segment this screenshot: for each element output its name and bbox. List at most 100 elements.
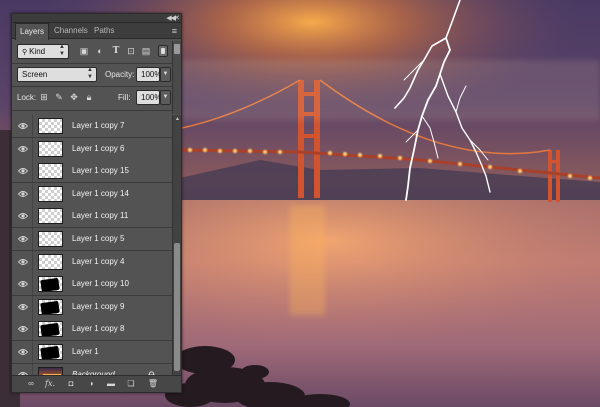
layer-thumbnail[interactable] xyxy=(38,344,63,360)
adjustment-icon[interactable]: ◑ xyxy=(85,378,97,390)
chevron-updown-icon: ▲ ▼ xyxy=(59,44,65,57)
layer-row[interactable]: Layer 1 copy 7 xyxy=(12,115,172,138)
layer-row[interactable]: Layer 1 copy 8 xyxy=(12,318,172,342)
fx-icon[interactable]: fx. xyxy=(44,378,56,390)
layer-row[interactable]: Layer 1 copy 4 xyxy=(12,250,172,274)
layer-thumbnail[interactable] xyxy=(38,185,63,202)
row-divider xyxy=(32,273,33,296)
row-divider xyxy=(32,341,33,363)
options-scrollbar[interactable] xyxy=(172,41,181,114)
chevron-updown-icon: ▲ ▼ xyxy=(87,67,93,80)
row-divider xyxy=(32,182,33,205)
layer-row[interactable]: Layer 1 copy 14 xyxy=(12,182,172,206)
eye-visibility-icon[interactable] xyxy=(18,212,28,220)
layer-name[interactable]: Layer 1 copy 14 xyxy=(72,183,129,205)
layer-thumbnail[interactable] xyxy=(38,231,63,247)
row-divider xyxy=(32,318,33,341)
eye-visibility-icon[interactable] xyxy=(18,145,28,153)
layer-name[interactable]: Layer 1 copy 8 xyxy=(72,318,124,340)
row-divider xyxy=(32,205,33,228)
layer-row[interactable]: Layer 1 xyxy=(12,341,172,364)
eye-visibility-icon[interactable] xyxy=(18,167,28,175)
eye-visibility-icon[interactable] xyxy=(18,190,28,198)
eye-visibility-icon[interactable] xyxy=(18,280,28,288)
fill-value: 100% xyxy=(141,93,162,102)
eye-visibility-icon[interactable] xyxy=(18,258,28,266)
opacity-input[interactable]: 100% xyxy=(136,67,162,82)
layer-row[interactable]: Layer 1 copy 5 xyxy=(12,228,172,251)
trash-icon[interactable]: 🗑︎ xyxy=(147,378,159,390)
layer-row[interactable]: Layer 1 copy 6 xyxy=(12,137,172,161)
fill-input[interactable]: 100% xyxy=(136,90,162,105)
eye-visibility-icon[interactable] xyxy=(18,303,28,311)
row-divider xyxy=(32,295,33,318)
tab-layers[interactable]: Layers xyxy=(15,23,50,40)
lock-transparent-icon[interactable]: ⊞ xyxy=(38,91,50,103)
row-divider xyxy=(32,115,33,137)
layer-row[interactable]: Layer 1 copy 10 xyxy=(12,273,172,297)
row-divider xyxy=(32,228,33,250)
layer-row[interactable]: Layer 1 copy 15 xyxy=(12,160,172,184)
layer-thumbnail[interactable] xyxy=(38,276,63,293)
filter-pixel-icon[interactable]: ▣ xyxy=(78,45,90,57)
filter-smart-object-icon[interactable]: ▤ xyxy=(140,45,152,57)
layer-thumbnail[interactable] xyxy=(38,298,63,315)
opacity-dropdown-icon[interactable]: ▼ xyxy=(160,67,171,82)
layer-list: Layer 1 copy 7 Layer 1 copy 6 Layer 1 copy… xyxy=(12,115,172,386)
layer-name[interactable]: Layer 1 copy 4 xyxy=(72,251,124,273)
layer-name[interactable]: Layer 1 copy 6 xyxy=(72,138,124,160)
layer-thumbnail[interactable] xyxy=(38,118,63,134)
layer-row[interactable]: Layer 1 copy 11 xyxy=(12,205,172,229)
layer-name[interactable]: Layer 1 xyxy=(72,341,99,363)
folder-icon[interactable]: ▬ xyxy=(105,378,117,390)
lock-all-icon[interactable]: 🔒︎ xyxy=(83,91,95,103)
link-icon[interactable]: ∞ xyxy=(25,378,37,390)
tab-channels[interactable]: Channels xyxy=(50,23,92,39)
layer-thumbnail[interactable] xyxy=(38,321,63,338)
layer-thumbnail[interactable] xyxy=(38,163,63,180)
thumbnail-content xyxy=(40,323,60,337)
tab-paths[interactable]: Paths xyxy=(90,23,118,39)
layer-name[interactable]: Layer 1 copy 9 xyxy=(72,296,124,318)
lock-row: Lock: ⊞ ✎ ✥ 🔒︎ Fill: 100% ▼ xyxy=(12,87,172,109)
panel-menu-icon[interactable]: ≡ xyxy=(172,25,177,37)
filter-shape-icon[interactable]: ⊡ xyxy=(125,45,137,57)
filter-row: ⚲ Kind ▲ ▼ ▣ ◐ T ⊡ ▤ xyxy=(12,41,172,63)
blend-row: Screen ▲ ▼ Opacity: 100% ▼ xyxy=(12,64,172,86)
lock-position-icon[interactable]: ✥ xyxy=(68,91,80,103)
layer-row[interactable]: Layer 1 copy 9 xyxy=(12,295,172,319)
filter-adjustment-icon[interactable]: ◐ xyxy=(94,45,106,57)
filter-kind-select[interactable]: ⚲ Kind ▲ ▼ xyxy=(17,44,69,59)
options-scroll-thumb[interactable] xyxy=(174,44,180,54)
filter-type-icon[interactable]: T xyxy=(110,45,122,57)
thumbnail-content xyxy=(40,300,60,314)
divider xyxy=(12,110,172,111)
layer-name[interactable]: Layer 1 copy 10 xyxy=(72,273,129,295)
eye-visibility-icon[interactable] xyxy=(18,122,28,130)
scroll-thumb[interactable] xyxy=(174,243,180,371)
eye-visibility-icon[interactable] xyxy=(18,235,28,243)
blend-mode-select[interactable]: Screen ▲ ▼ xyxy=(17,67,97,82)
scroll-up-icon[interactable]: ▲ xyxy=(173,115,182,123)
panel-footer: ∞ fx. ◘ ◑ ▬ ❏ 🗑︎ xyxy=(12,375,181,392)
layer-thumbnail[interactable] xyxy=(38,140,63,157)
layer-name[interactable]: Layer 1 copy 15 xyxy=(72,160,129,182)
layer-name[interactable]: Layer 1 copy 11 xyxy=(72,205,128,227)
layer-list-scrollbar[interactable]: ▲ ▼ xyxy=(172,115,181,386)
layer-thumbnail[interactable] xyxy=(38,208,63,225)
fill-label: Fill: xyxy=(118,93,131,102)
filter-toggle-icon[interactable] xyxy=(158,45,168,57)
row-divider xyxy=(32,250,33,273)
fill-dropdown-icon[interactable]: ▼ xyxy=(160,90,171,105)
opacity-value: 100% xyxy=(141,70,162,79)
panel-title-bar[interactable]: ◀◀ ✕ xyxy=(12,14,181,23)
eye-visibility-icon[interactable] xyxy=(18,325,28,333)
close-icon[interactable]: ✕ xyxy=(174,14,180,23)
layer-thumbnail[interactable] xyxy=(38,253,63,270)
layer-name[interactable]: Layer 1 copy 5 xyxy=(72,228,124,250)
new-layer-icon[interactable]: ❏ xyxy=(125,378,137,390)
lock-image-icon[interactable]: ✎ xyxy=(53,91,65,103)
eye-visibility-icon[interactable] xyxy=(18,348,28,356)
layer-name[interactable]: Layer 1 copy 7 xyxy=(72,115,124,137)
mask-icon[interactable]: ◘ xyxy=(65,378,77,390)
